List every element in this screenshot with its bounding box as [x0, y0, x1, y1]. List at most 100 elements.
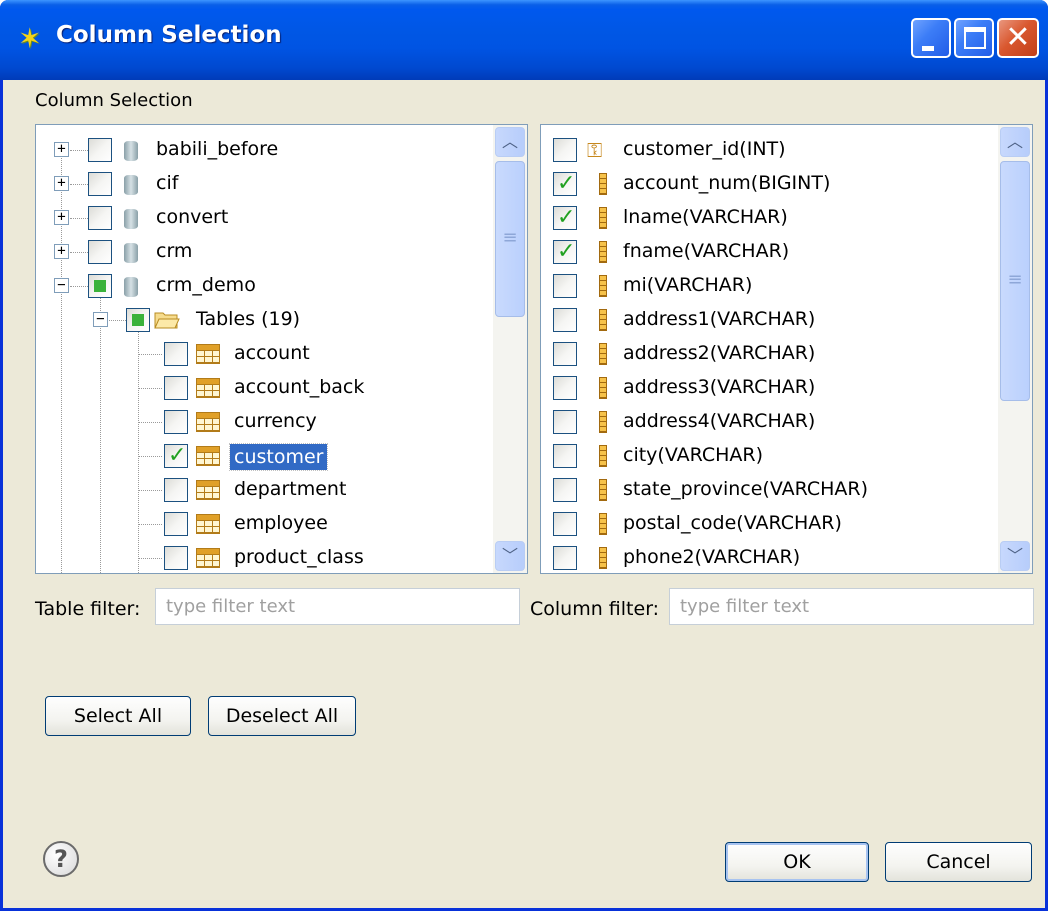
column-item-address3[interactable]: address3(VARCHAR) — [541, 371, 1001, 405]
scroll-thumb[interactable] — [1000, 161, 1030, 401]
column-item-label: mi(VARCHAR) — [623, 274, 753, 296]
column-item-mi[interactable]: mi(VARCHAR) — [541, 269, 1001, 303]
database-icon — [124, 141, 138, 161]
tables-tree[interactable]: ︿ ﹀ + babili_before + cif + convert + crm − crm_d… — [35, 124, 528, 574]
column-item-address2[interactable]: address2(VARCHAR) — [541, 337, 1001, 371]
tree-item-tables-19-[interactable]: − Tables (19) — [36, 303, 496, 337]
tables-tree-scrollbar[interactable]: ︿ ﹀ — [493, 125, 527, 573]
checkbox[interactable] — [88, 138, 112, 162]
column-item-phone2[interactable]: phone2(VARCHAR) — [541, 541, 1001, 573]
minimize-icon — [922, 46, 934, 51]
column-filter-input[interactable]: type filter text — [669, 588, 1034, 625]
column-item-postal-code[interactable]: postal_code(VARCHAR) — [541, 507, 1001, 541]
table-icon — [196, 378, 220, 398]
database-icon — [124, 277, 138, 297]
column-item-fname[interactable]: fname(VARCHAR) — [541, 235, 1001, 269]
checkbox[interactable] — [164, 478, 188, 502]
expand-icon[interactable]: + — [54, 142, 69, 157]
cancel-button[interactable]: Cancel — [885, 842, 1032, 882]
checkbox[interactable] — [553, 308, 577, 332]
checkbox[interactable] — [126, 308, 150, 332]
scroll-thumb[interactable] — [495, 161, 525, 317]
column-item-account-num[interactable]: account_num(BIGINT) — [541, 167, 1001, 201]
checkbox[interactable] — [553, 478, 577, 502]
column-icon — [599, 547, 607, 569]
select-all-button[interactable]: Select All — [45, 696, 191, 736]
column-item-label: fname(VARCHAR) — [623, 240, 790, 262]
checkbox[interactable] — [553, 239, 577, 264]
checkbox[interactable] — [553, 138, 577, 162]
column-item-city[interactable]: city(VARCHAR) — [541, 439, 1001, 473]
column-item-address4[interactable]: address4(VARCHAR) — [541, 405, 1001, 439]
tree-item-department[interactable]: department — [36, 473, 496, 507]
checkbox[interactable] — [88, 274, 112, 298]
close-button[interactable]: ✕ — [997, 18, 1039, 58]
checkbox[interactable] — [164, 512, 188, 536]
ok-button[interactable]: OK — [725, 842, 869, 882]
chevron-up-icon: ︿ — [1006, 132, 1023, 151]
tree-item-crm-demo[interactable]: − crm_demo — [36, 269, 496, 303]
checkbox[interactable] — [164, 342, 188, 366]
column-item-address1[interactable]: address1(VARCHAR) — [541, 303, 1001, 337]
checkbox[interactable] — [88, 172, 112, 196]
checkbox[interactable] — [553, 376, 577, 400]
deselect-all-button[interactable]: Deselect All — [208, 696, 356, 736]
checkbox[interactable] — [553, 410, 577, 434]
tree-connector — [70, 218, 88, 219]
tree-item-label: cif — [156, 172, 179, 194]
tree-item-currency[interactable]: currency — [36, 405, 496, 439]
checkbox[interactable] — [88, 240, 112, 264]
tree-connector — [138, 388, 162, 389]
expand-icon[interactable]: + — [54, 176, 69, 191]
tree-connector — [138, 354, 162, 355]
tree-item-convert[interactable]: + convert — [36, 201, 496, 235]
column-item-state-province[interactable]: state_province(VARCHAR) — [541, 473, 1001, 507]
tree-item-customer[interactable]: customer — [36, 439, 496, 473]
checkbox[interactable] — [553, 512, 577, 536]
column-item-customer-id[interactable]: ⚿ customer_id(INT) — [541, 133, 1001, 167]
expand-icon[interactable]: + — [54, 210, 69, 225]
columns-list-scrollbar[interactable]: ︿ ﹀ — [998, 125, 1032, 573]
maximize-button[interactable] — [954, 18, 994, 58]
checkbox[interactable] — [88, 206, 112, 230]
column-item-label: address2(VARCHAR) — [623, 342, 816, 364]
checkbox[interactable] — [553, 205, 577, 230]
tree-item-employee[interactable]: employee — [36, 507, 496, 541]
checkbox[interactable] — [164, 376, 188, 400]
checkbox[interactable] — [164, 443, 188, 468]
chevron-down-icon: ﹀ — [1006, 546, 1023, 565]
minimize-button[interactable] — [911, 18, 951, 58]
checkbox[interactable] — [553, 171, 577, 196]
collapse-icon[interactable]: − — [54, 278, 69, 293]
tree-item-babili-before[interactable]: + babili_before — [36, 133, 496, 167]
checkbox[interactable] — [164, 546, 188, 570]
columns-list[interactable]: ︿ ﹀ ⚿ customer_id(INT) account_num(BIGINT)… — [540, 124, 1033, 574]
checkbox[interactable] — [553, 342, 577, 366]
tree-connector — [70, 286, 88, 287]
column-item-lname[interactable]: lname(VARCHAR) — [541, 201, 1001, 235]
tree-item-account[interactable]: account — [36, 337, 496, 371]
column-icon — [599, 377, 607, 399]
table-filter-input[interactable]: type filter text — [155, 588, 520, 625]
chevron-down-icon: ﹀ — [501, 546, 518, 565]
tree-item-product-class[interactable]: product_class — [36, 541, 496, 573]
scroll-down-button[interactable]: ﹀ — [1000, 541, 1030, 571]
maximize-icon — [964, 27, 986, 49]
help-icon[interactable]: ? — [43, 841, 79, 877]
tree-connector — [138, 558, 162, 559]
column-icon — [599, 173, 607, 195]
tree-item-crm[interactable]: + crm — [36, 235, 496, 269]
title-bar[interactable]: ✶ Column Selection ✕ — [0, 0, 1048, 80]
checkbox[interactable] — [553, 274, 577, 298]
scroll-up-button[interactable]: ︿ — [1000, 127, 1030, 157]
scroll-down-button[interactable]: ﹀ — [495, 541, 525, 571]
expand-icon[interactable]: + — [54, 244, 69, 259]
checkbox[interactable] — [164, 410, 188, 434]
checkbox[interactable] — [553, 546, 577, 570]
collapse-icon[interactable]: − — [93, 312, 108, 327]
tree-item-account-back[interactable]: account_back — [36, 371, 496, 405]
table-icon — [196, 548, 220, 568]
scroll-up-button[interactable]: ︿ — [495, 127, 525, 157]
tree-item-cif[interactable]: + cif — [36, 167, 496, 201]
checkbox[interactable] — [553, 444, 577, 468]
